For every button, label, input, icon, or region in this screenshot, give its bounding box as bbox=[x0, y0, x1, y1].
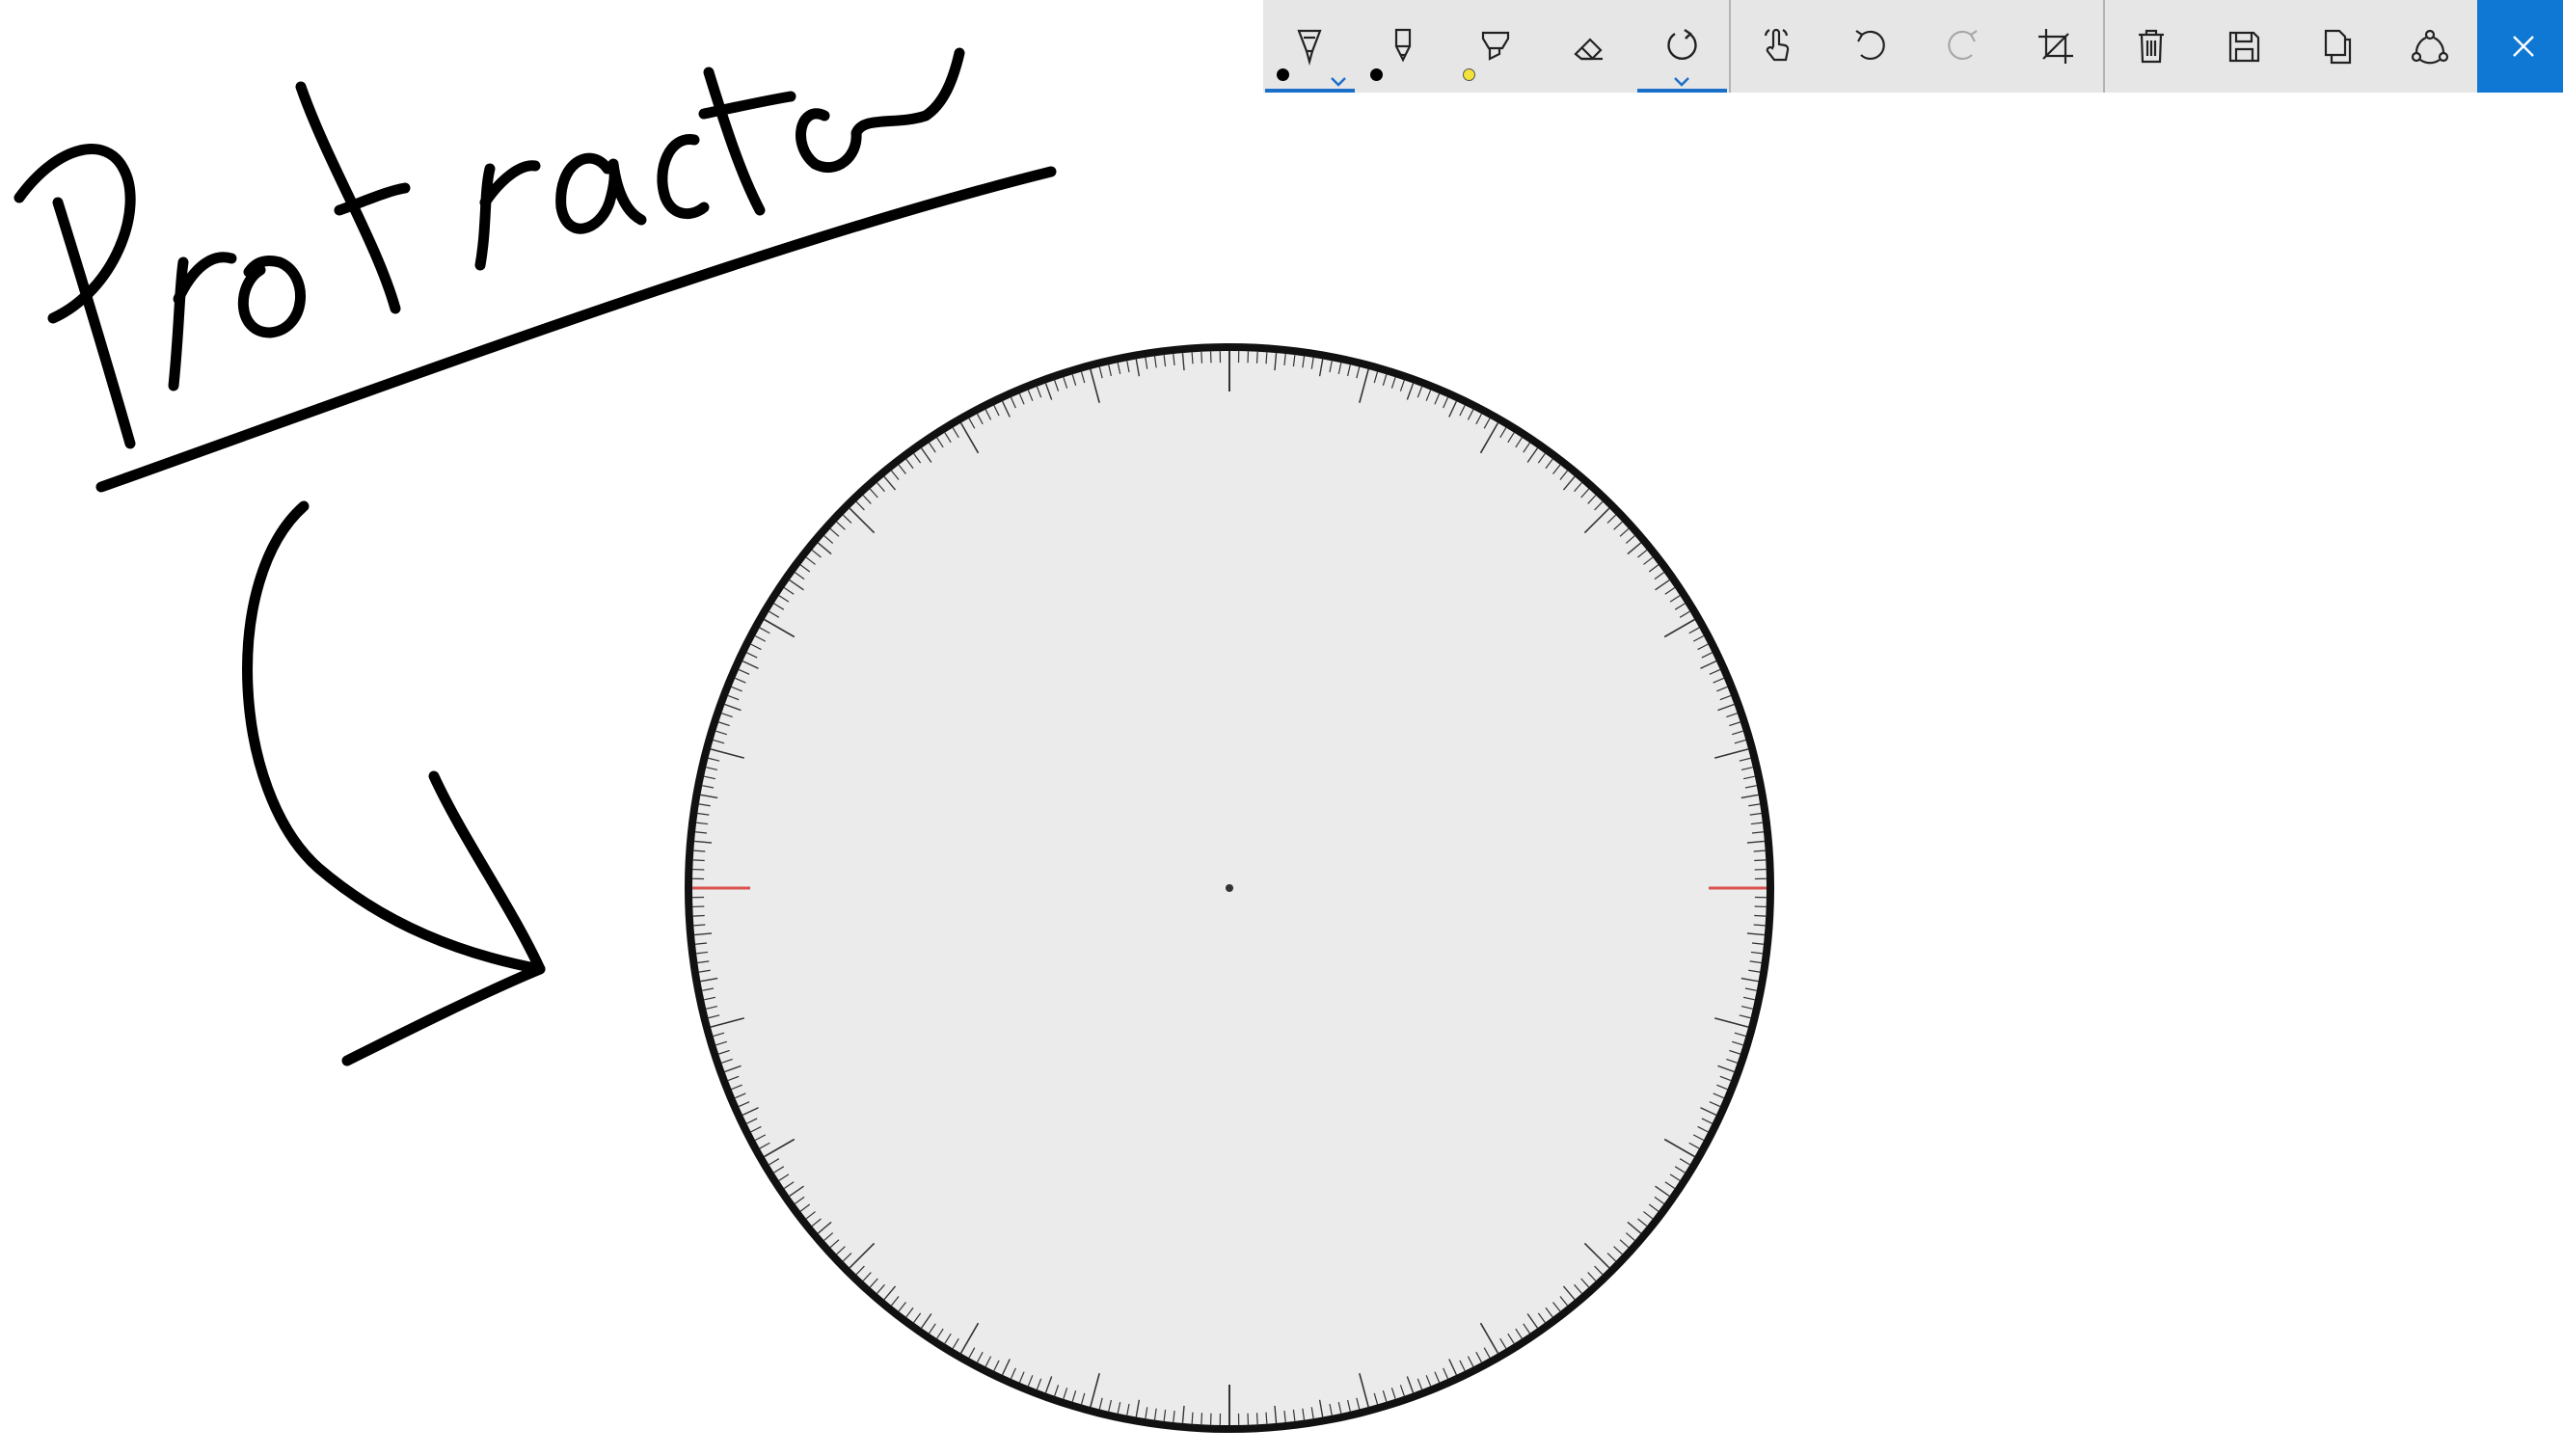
crop-button[interactable] bbox=[2010, 0, 2103, 93]
eraser-icon bbox=[1574, 38, 1603, 61]
delete-button[interactable] bbox=[2105, 0, 2199, 93]
eraser-button[interactable] bbox=[1543, 0, 1636, 93]
protractor-icon bbox=[1667, 29, 1697, 61]
close-button[interactable] bbox=[2476, 0, 2563, 93]
ruler-protractor-button[interactable] bbox=[1635, 0, 1729, 93]
undo-icon bbox=[1855, 30, 1886, 60]
copy-icon bbox=[2324, 29, 2351, 65]
highlighter-button[interactable] bbox=[1449, 0, 1543, 93]
protractor-tick bbox=[1753, 924, 1766, 927]
protractor-tick bbox=[693, 849, 706, 852]
highlighter-icon bbox=[1482, 31, 1510, 61]
redo-button[interactable] bbox=[1917, 0, 2010, 93]
protractor-tick bbox=[693, 924, 706, 927]
protractor-tick bbox=[1201, 351, 1203, 364]
protractor-tick bbox=[1265, 1412, 1268, 1424]
chevron-down-icon[interactable] bbox=[1673, 73, 1690, 87]
trash-icon bbox=[2138, 29, 2164, 64]
save-icon bbox=[2229, 31, 2260, 63]
curved-arrow-stroke bbox=[242, 500, 546, 975]
sketch-toolbar bbox=[1263, 0, 2563, 93]
protractor-tick bbox=[1754, 859, 1767, 862]
pencil-icon bbox=[1394, 28, 1411, 63]
share-icon bbox=[2412, 29, 2449, 65]
share-button[interactable] bbox=[2384, 0, 2477, 93]
touch-writing-icon bbox=[1764, 28, 1789, 62]
protractor-tick bbox=[1255, 351, 1258, 364]
ballpoint-color-dot bbox=[1277, 68, 1289, 81]
pencil-button[interactable] bbox=[1357, 0, 1450, 93]
copy-button[interactable] bbox=[2291, 0, 2385, 93]
pencil-color-dot bbox=[1369, 68, 1383, 81]
protractor-tick bbox=[1201, 1413, 1203, 1425]
chevron-down-icon[interactable] bbox=[1330, 73, 1347, 87]
protractor-tick bbox=[1265, 352, 1268, 364]
ballpoint-pen-button[interactable] bbox=[1263, 0, 1357, 93]
undo-button[interactable] bbox=[1823, 0, 1917, 93]
crop-icon bbox=[2038, 29, 2074, 64]
save-button[interactable] bbox=[2198, 0, 2291, 93]
protractor-tick bbox=[692, 859, 705, 862]
protractor-tick bbox=[1255, 1413, 1258, 1425]
touch-writing-button[interactable] bbox=[1731, 0, 1824, 93]
protractor-tool[interactable] bbox=[675, 337, 1784, 1446]
protractor-center-dot[interactable] bbox=[1226, 884, 1233, 892]
redo-icon bbox=[1947, 30, 1978, 60]
protractor-tick bbox=[692, 914, 705, 917]
highlighter-color-dot bbox=[1463, 68, 1475, 81]
close-icon bbox=[2512, 36, 2534, 57]
protractor-tick bbox=[1191, 352, 1194, 364]
protractor-tick bbox=[1191, 1412, 1194, 1424]
protractor-tick bbox=[1754, 914, 1767, 917]
protractor-tick bbox=[1753, 849, 1766, 852]
ballpoint-pen-icon bbox=[1297, 29, 1322, 67]
arrowhead-stroke bbox=[341, 770, 546, 1066]
